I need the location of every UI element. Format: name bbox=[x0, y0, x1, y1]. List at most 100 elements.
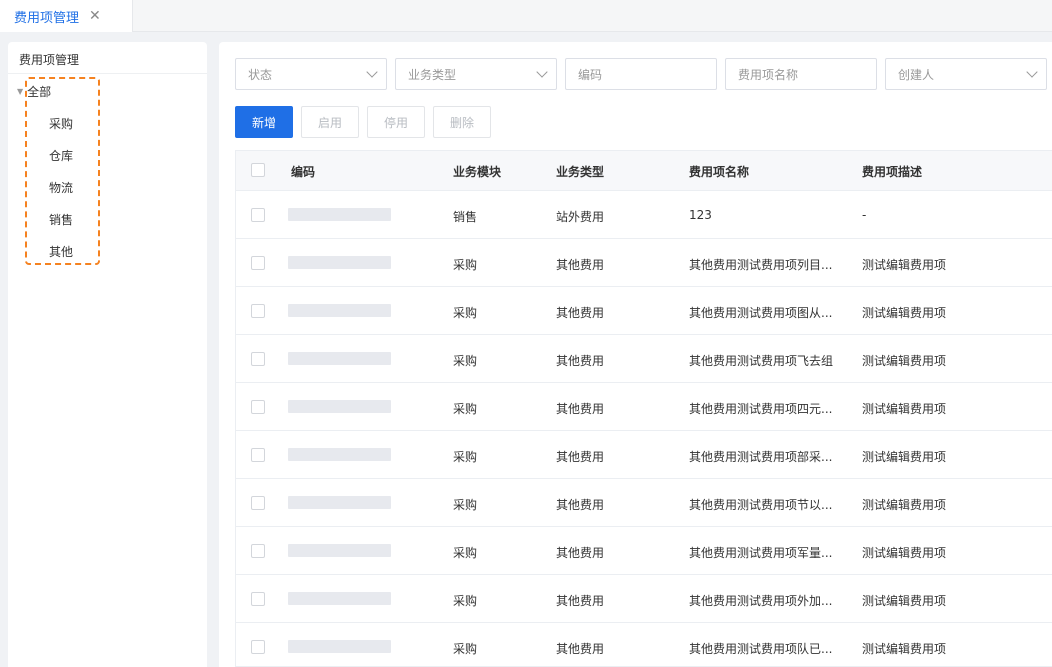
main-panel: 状态 业务类型 编码 费用项名称 创建人 新增 启用 停用 删除 编码 业务模块… bbox=[219, 42, 1052, 667]
delete-button[interactable]: 删除 bbox=[433, 106, 491, 138]
cell-description: 测试编辑费用项 bbox=[862, 258, 947, 272]
tree-node-logistics[interactable]: 物流 bbox=[49, 179, 73, 196]
cell-fee-name: 其他费用测试费用项部采... bbox=[689, 450, 833, 464]
tree-node-sales[interactable]: 销售 bbox=[49, 211, 73, 228]
cell-type: 其他费用 bbox=[556, 546, 605, 560]
add-button[interactable]: 新增 bbox=[235, 106, 293, 138]
table-row[interactable]: 采购 其他费用 其他费用测试费用项四元... 测试编辑费用项 bbox=[236, 383, 1052, 431]
table-row[interactable]: 销售 站外费用 123 - bbox=[236, 191, 1052, 239]
cell-type: 其他费用 bbox=[556, 450, 605, 464]
fee-name-placeholder: 费用项名称 bbox=[738, 67, 799, 82]
select-all-checkbox[interactable] bbox=[251, 163, 265, 177]
code-input-placeholder: 编码 bbox=[578, 67, 603, 82]
row-checkbox[interactable] bbox=[251, 640, 265, 654]
column-header-code[interactable]: 编码 bbox=[291, 163, 315, 180]
row-checkbox[interactable] bbox=[251, 448, 265, 462]
cell-fee-name: 其他费用测试费用项外加... bbox=[689, 594, 833, 608]
cell-code-redacted bbox=[288, 544, 391, 557]
cell-type: 其他费用 bbox=[556, 306, 605, 320]
cell-type: 其他费用 bbox=[556, 402, 605, 416]
disable-button[interactable]: 停用 bbox=[367, 106, 425, 138]
tree-node-warehouse[interactable]: 仓库 bbox=[49, 147, 73, 164]
tree-highlight-box bbox=[25, 77, 100, 265]
cell-fee-name: 其他费用测试费用项列目... bbox=[689, 258, 833, 272]
cell-code-redacted bbox=[288, 448, 391, 461]
column-header-description[interactable]: 费用项描述 bbox=[862, 163, 922, 180]
tab-bar: 费用项管理 ✕ bbox=[0, 0, 1052, 32]
cell-module: 采购 bbox=[453, 354, 478, 368]
table-row[interactable]: 采购 其他费用 其他费用测试费用项图从... 测试编辑费用项 bbox=[236, 287, 1052, 335]
cell-code-redacted bbox=[288, 304, 391, 317]
cell-fee-name: 123 bbox=[689, 208, 712, 222]
caret-down-icon[interactable]: ▼ bbox=[17, 87, 23, 96]
tree-node-purchase[interactable]: 采购 bbox=[49, 115, 73, 132]
cell-code-redacted bbox=[288, 208, 391, 221]
table-row[interactable]: 采购 其他费用 其他费用测试费用项列目... 测试编辑费用项 bbox=[236, 239, 1052, 287]
table-row[interactable]: 采购 其他费用 其他费用测试费用项飞去组 测试编辑费用项 bbox=[236, 335, 1052, 383]
column-header-fee-name[interactable]: 费用项名称 bbox=[689, 163, 749, 180]
cell-code-redacted bbox=[288, 496, 391, 509]
cell-fee-name: 其他费用测试费用项军量... bbox=[689, 546, 833, 560]
cell-module: 采购 bbox=[453, 450, 478, 464]
cell-module: 采购 bbox=[453, 594, 478, 608]
cell-module: 采购 bbox=[453, 402, 478, 416]
row-checkbox[interactable] bbox=[251, 544, 265, 558]
row-checkbox[interactable] bbox=[251, 208, 265, 222]
cell-fee-name: 其他费用测试费用项节以... bbox=[689, 498, 833, 512]
cell-type: 其他费用 bbox=[556, 594, 605, 608]
cell-code-redacted bbox=[288, 400, 391, 413]
row-checkbox[interactable] bbox=[251, 352, 265, 366]
table-header: 编码 业务模块 业务类型 费用项名称 费用项描述 bbox=[236, 151, 1052, 191]
enable-button[interactable]: 启用 bbox=[301, 106, 359, 138]
cell-fee-name: 其他费用测试费用项图从... bbox=[689, 306, 833, 320]
cell-description: 测试编辑费用项 bbox=[862, 306, 947, 320]
cell-type: 其他费用 bbox=[556, 258, 605, 272]
cell-description: - bbox=[862, 208, 867, 222]
fee-items-table: 编码 业务模块 业务类型 费用项名称 费用项描述 销售 站外费用 123- 采购 其他费… bbox=[235, 150, 1052, 667]
table-row[interactable]: 采购 其他费用 其他费用测试费用项外加... 测试编辑费用项 bbox=[236, 575, 1052, 623]
cell-module: 采购 bbox=[453, 498, 478, 512]
status-select[interactable]: 状态 bbox=[235, 58, 387, 90]
business-type-select[interactable]: 业务类型 bbox=[395, 58, 557, 90]
column-header-module[interactable]: 业务模块 bbox=[453, 163, 501, 180]
tree-node-all[interactable]: ▼ 全部 bbox=[17, 83, 51, 100]
row-checkbox[interactable] bbox=[251, 304, 265, 318]
tab-fee-item-management[interactable]: 费用项管理 ✕ bbox=[0, 0, 133, 32]
cell-code-redacted bbox=[288, 640, 391, 653]
cell-code-redacted bbox=[288, 592, 391, 605]
creator-select[interactable]: 创建人 bbox=[885, 58, 1047, 90]
cell-module: 采购 bbox=[453, 306, 478, 320]
tree-node-other[interactable]: 其他 bbox=[49, 243, 73, 260]
cell-type: 其他费用 bbox=[556, 354, 605, 368]
cell-type: 其他费用 bbox=[556, 498, 605, 512]
cell-module: 采购 bbox=[453, 642, 478, 656]
chevron-down-icon bbox=[1026, 66, 1038, 78]
row-checkbox[interactable] bbox=[251, 256, 265, 270]
column-header-type[interactable]: 业务类型 bbox=[556, 163, 604, 180]
cell-fee-name: 其他费用测试费用项飞去组 bbox=[689, 354, 834, 368]
cell-code-redacted bbox=[288, 256, 391, 269]
table-row[interactable]: 采购 其他费用 其他费用测试费用项军量... 测试编辑费用项 bbox=[236, 527, 1052, 575]
status-select-placeholder: 状态 bbox=[248, 67, 273, 82]
row-checkbox[interactable] bbox=[251, 400, 265, 414]
close-icon[interactable]: ✕ bbox=[89, 9, 101, 23]
cell-description: 测试编辑费用项 bbox=[862, 594, 947, 608]
creator-select-placeholder: 创建人 bbox=[898, 67, 935, 82]
code-input[interactable]: 编码 bbox=[565, 58, 717, 90]
row-checkbox[interactable] bbox=[251, 496, 265, 510]
fee-name-input[interactable]: 费用项名称 bbox=[725, 58, 877, 90]
cell-description: 测试编辑费用项 bbox=[862, 642, 947, 656]
cell-description: 测试编辑费用项 bbox=[862, 354, 947, 368]
cell-fee-name: 其他费用测试费用项队已... bbox=[689, 642, 833, 656]
cell-type: 其他费用 bbox=[556, 642, 605, 656]
table-row[interactable]: 采购 其他费用 其他费用测试费用项部采... 测试编辑费用项 bbox=[236, 431, 1052, 479]
table-row[interactable]: 采购 其他费用 其他费用测试费用项节以... 测试编辑费用项 bbox=[236, 479, 1052, 527]
sidebar: 费用项管理 ▼ 全部 采购 仓库 物流 销售 其他 bbox=[8, 42, 207, 667]
cell-type: 站外费用 bbox=[556, 210, 605, 224]
row-checkbox[interactable] bbox=[251, 592, 265, 606]
table-row[interactable]: 采购 其他费用 其他费用测试费用项队已... 测试编辑费用项 bbox=[236, 623, 1052, 666]
cell-description: 测试编辑费用项 bbox=[862, 546, 947, 560]
cell-description: 测试编辑费用项 bbox=[862, 450, 947, 464]
chevron-down-icon bbox=[536, 66, 548, 78]
business-type-placeholder: 业务类型 bbox=[408, 67, 457, 82]
